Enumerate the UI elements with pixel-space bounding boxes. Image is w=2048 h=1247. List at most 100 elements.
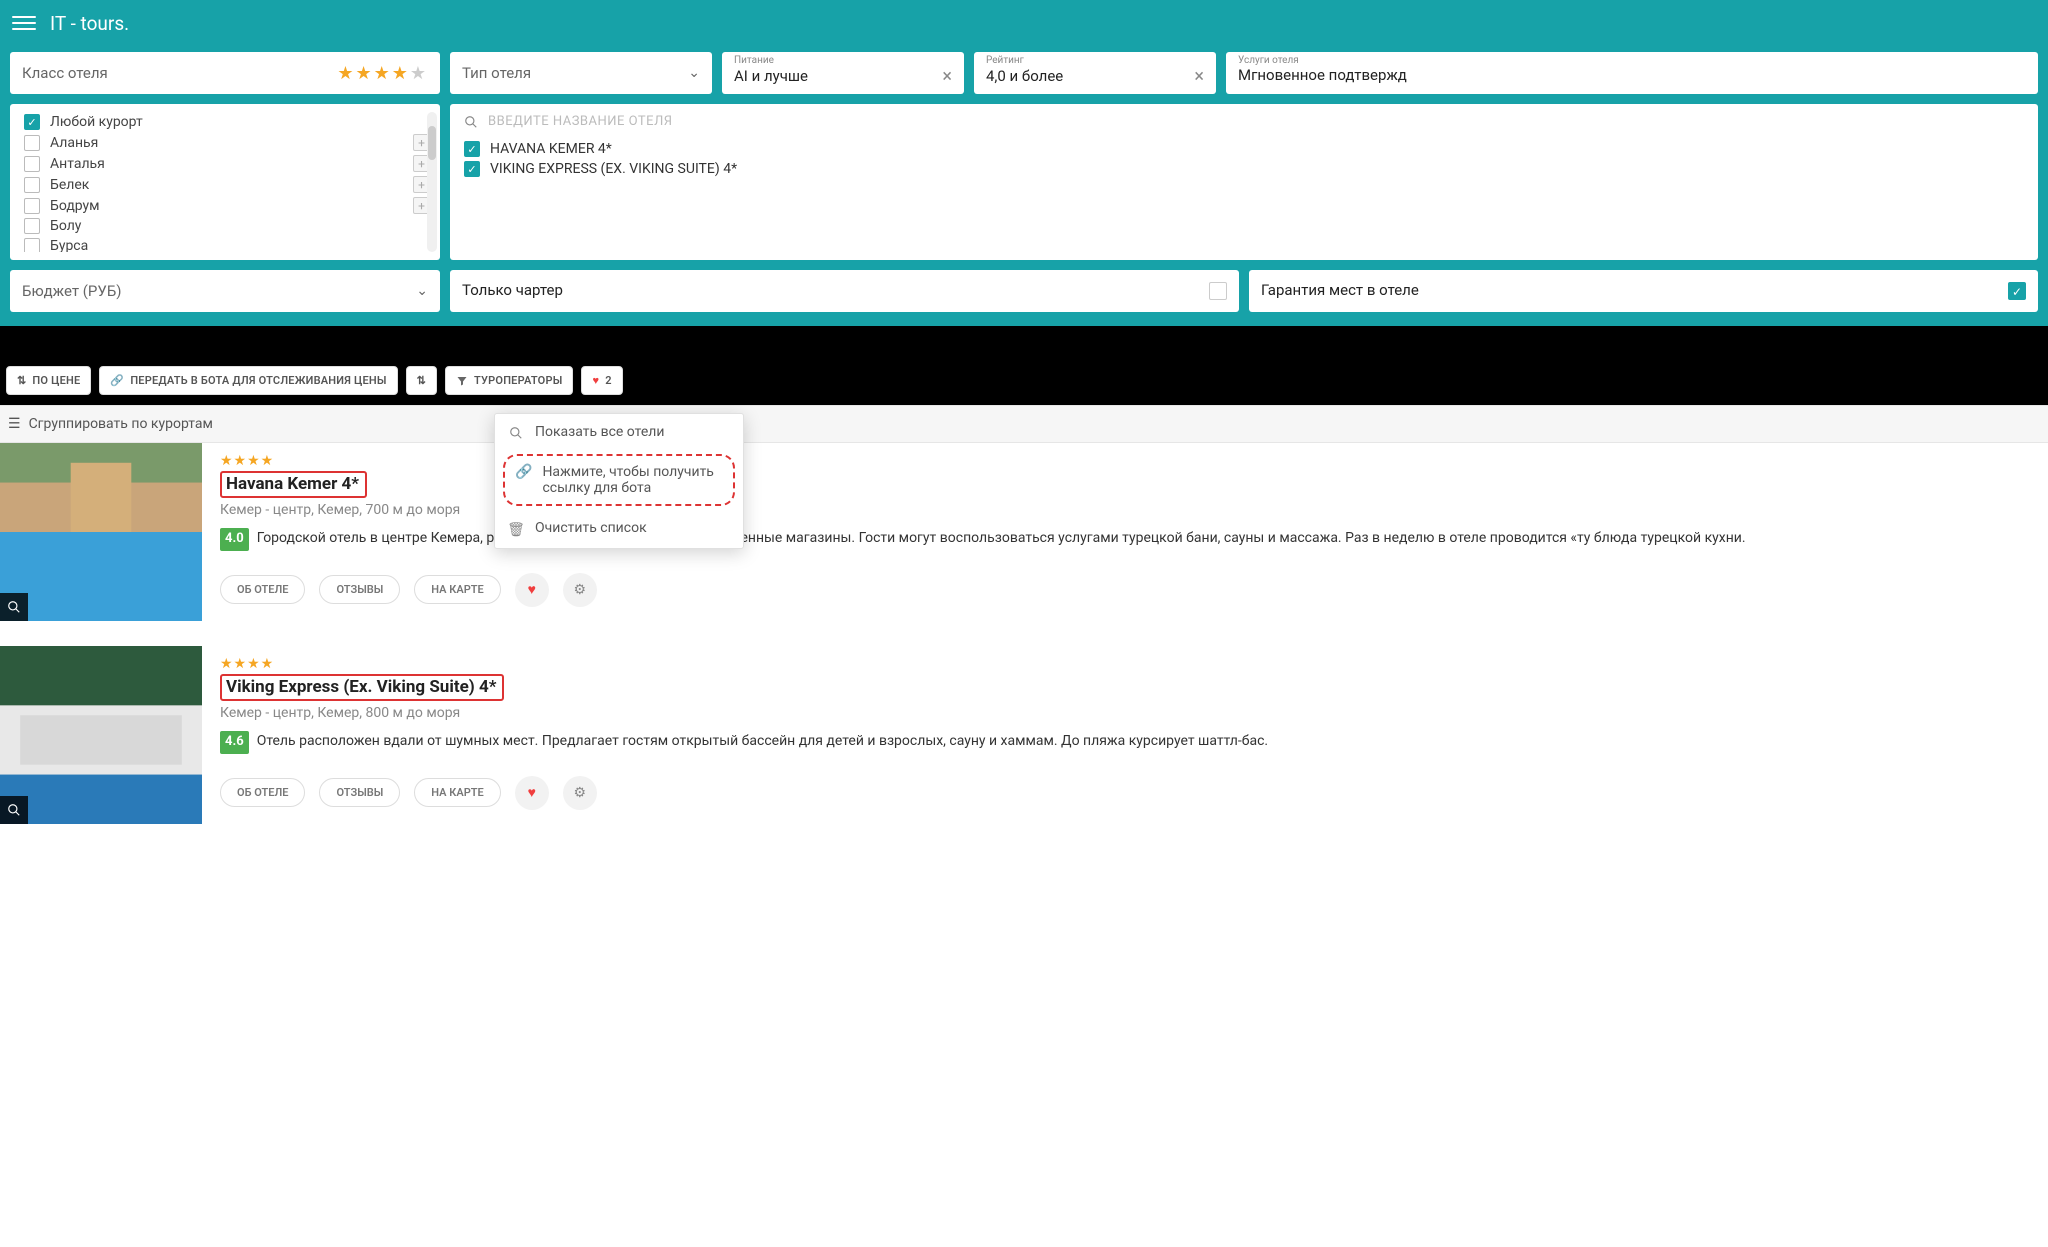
- scrollbar[interactable]: [427, 112, 437, 252]
- filter-hotel-class[interactable]: Класс отеля ★★★★★: [10, 52, 440, 94]
- magnify-icon[interactable]: [0, 593, 28, 621]
- link-icon: 🔗: [110, 374, 124, 387]
- checkbox-icon[interactable]: [24, 135, 40, 151]
- filter-label: Класс отеля: [22, 64, 108, 82]
- hotel-chip-label: VIKING EXPRESS (EX. VIKING SUITE) 4*: [490, 161, 737, 177]
- dropdown-label: Нажмите, чтобы получить ссылку для бота: [542, 464, 723, 496]
- search-placeholder: ВВЕДИТЕ НАЗВАНИЕ ОТЕЛЯ: [488, 114, 673, 129]
- resort-item[interactable]: Болу +: [24, 216, 430, 236]
- resort-label: Болу: [50, 218, 81, 234]
- search-icon: [464, 115, 478, 129]
- resort-item[interactable]: Аланья +: [24, 132, 430, 153]
- results-toolbar: ⇅ ПО ЦЕНЕ 🔗 ПЕРЕДАТЬ В БОТА ДЛЯ ОТСЛЕЖИВ…: [0, 366, 2048, 405]
- resort-label: Бурса: [50, 238, 88, 252]
- black-spacer: [0, 326, 2048, 366]
- trash-icon: 🗑: [507, 520, 525, 538]
- checkbox-icon[interactable]: [24, 177, 40, 193]
- group-by-bar[interactable]: ☰ Сгруппировать по курортам: [0, 405, 2048, 443]
- chevron-down-icon: ⌄: [688, 65, 700, 81]
- group-label: Сгруппировать по курортам: [29, 416, 213, 432]
- resort-label: Белек: [50, 177, 89, 193]
- hotel-name[interactable]: Havana Kemer 4*: [220, 471, 367, 498]
- heart-icon: ♥: [592, 374, 599, 387]
- about-button[interactable]: ОБ ОТЕЛЕ: [220, 575, 305, 604]
- resort-item[interactable]: Анталья +: [24, 153, 430, 174]
- about-button[interactable]: ОБ ОТЕЛЕ: [220, 778, 305, 807]
- settings-button[interactable]: ⚙: [563, 776, 597, 810]
- checkbox-icon[interactable]: [24, 238, 40, 252]
- settings-button[interactable]: ⚙: [563, 573, 597, 607]
- reviews-button[interactable]: ОТЗЫВЫ: [319, 778, 400, 807]
- search-icon: [507, 424, 525, 440]
- hotel-name[interactable]: Viking Express (Ex. Viking Suite) 4*: [220, 674, 504, 701]
- resort-item[interactable]: Белек +: [24, 174, 430, 195]
- on-map-button[interactable]: НА КАРТЕ: [414, 575, 500, 604]
- filter-guarantee[interactable]: Гарантия мест в отеле: [1249, 270, 2038, 312]
- checkbox-icon[interactable]: [1209, 282, 1227, 300]
- filter-value: Мгновенное подтвержд: [1238, 66, 1407, 86]
- hotel-description: Городской отель в центре Кемера, рядом р…: [257, 528, 1746, 548]
- checkbox-icon[interactable]: [464, 141, 480, 157]
- hotel-card: ★★★★Havana Kemer 4*Кемер - центр, Кемер,…: [0, 443, 2048, 646]
- resort-label: Анталья: [50, 156, 105, 172]
- results-list: Показать все отели 🔗 Нажмите, чтобы полу…: [0, 443, 2048, 849]
- dropdown-label: Очистить список: [535, 520, 731, 536]
- reviews-button[interactable]: ОТЗЫВЫ: [319, 575, 400, 604]
- link-icon: 🔗: [515, 464, 532, 480]
- favorites-dropdown: Показать все отели 🔗 Нажмите, чтобы полу…: [494, 413, 744, 549]
- hotel-stars: ★★★★: [220, 656, 2048, 672]
- filter-small-label: Питание: [734, 56, 774, 66]
- hotel-thumbnail[interactable]: [0, 646, 202, 824]
- filter-hotel-type[interactable]: Тип отеля ⌄: [450, 52, 712, 94]
- dropdown-clear-list[interactable]: 🗑 Очистить список: [495, 510, 743, 548]
- send-to-bot-button[interactable]: 🔗 ПЕРЕДАТЬ В БОТА ДЛЯ ОТСЛЕЖИВАНИЯ ЦЕНЫ: [99, 366, 397, 395]
- dropdown-label: Показать все отели: [535, 424, 731, 440]
- rating-badge: 4.0: [220, 528, 249, 551]
- checkbox-icon[interactable]: [24, 218, 40, 234]
- dropdown-get-bot-link[interactable]: 🔗 Нажмите, чтобы получить ссылку для бот…: [503, 454, 735, 506]
- checkbox-icon[interactable]: [24, 198, 40, 214]
- favorites-button[interactable]: ♥ 2: [581, 366, 622, 395]
- selected-hotel-chip[interactable]: VIKING EXPRESS (EX. VIKING SUITE) 4*: [464, 161, 2024, 177]
- app-title: IT - tours.: [50, 12, 129, 35]
- filter-budget[interactable]: Бюджет (РУБ) ⌄: [10, 270, 440, 312]
- filter-charter[interactable]: Только чартер: [450, 270, 1239, 312]
- close-icon[interactable]: ×: [1194, 66, 1204, 87]
- magnify-icon[interactable]: [0, 796, 28, 824]
- dropdown-show-all[interactable]: Показать все отели: [495, 414, 743, 450]
- resorts-filter: Любой курорт Аланья + Анталья +: [10, 104, 440, 260]
- hotel-chip-label: HAVANA KEMER 4*: [490, 141, 612, 157]
- filter-rating[interactable]: Рейтинг 4,0 и более ×: [974, 52, 1216, 94]
- checkbox-icon[interactable]: [24, 156, 40, 172]
- favorite-button[interactable]: ♥: [515, 573, 549, 607]
- checkbox-icon[interactable]: [2008, 282, 2026, 300]
- filter-food[interactable]: Питание AI и лучше ×: [722, 52, 964, 94]
- resort-item[interactable]: Бодрум +: [24, 195, 430, 216]
- selected-hotel-chip[interactable]: HAVANA KEMER 4*: [464, 141, 2024, 157]
- sort-by-price-button[interactable]: ⇅ ПО ЦЕНЕ: [6, 366, 91, 395]
- button-label: ПО ЦЕНЕ: [32, 374, 80, 387]
- scrollbar-thumb[interactable]: [428, 126, 436, 160]
- resort-label: Бодрум: [50, 198, 100, 214]
- checkbox-icon[interactable]: [24, 114, 40, 130]
- resort-item[interactable]: Бурса +: [24, 236, 430, 252]
- tour-operators-button[interactable]: ТУРОПЕРАТОРЫ: [445, 366, 573, 395]
- button-label: ПЕРЕДАТЬ В БОТА ДЛЯ ОТСЛЕЖИВАНИЯ ЦЕНЫ: [130, 374, 386, 387]
- checkbox-icon[interactable]: [464, 161, 480, 177]
- menu-icon[interactable]: [12, 11, 36, 35]
- filter-label: Тип отеля: [462, 64, 531, 82]
- close-icon[interactable]: ×: [942, 66, 952, 87]
- hotel-thumbnail[interactable]: [0, 443, 202, 621]
- app-header: IT - tours.: [0, 0, 2048, 46]
- filter-value: AI и лучше: [734, 67, 808, 87]
- favorite-button[interactable]: ♥: [515, 776, 549, 810]
- filter-services[interactable]: Услуги отеля Мгновенное подтвержд: [1226, 52, 2038, 94]
- on-map-button[interactable]: НА КАРТЕ: [414, 778, 500, 807]
- resort-item-any[interactable]: Любой курорт: [24, 112, 430, 132]
- button-label: ТУРОПЕРАТОРЫ: [474, 374, 562, 387]
- hotel-search-input[interactable]: ВВЕДИТЕ НАЗВАНИЕ ОТЕЛЯ: [464, 114, 2024, 129]
- sort-toggle-button[interactable]: ⇅: [406, 366, 437, 395]
- filter-label: Только чартер: [462, 281, 563, 301]
- stars-rating: ★★★★★: [337, 63, 428, 84]
- filter-small-label: Услуги отеля: [1238, 56, 1299, 66]
